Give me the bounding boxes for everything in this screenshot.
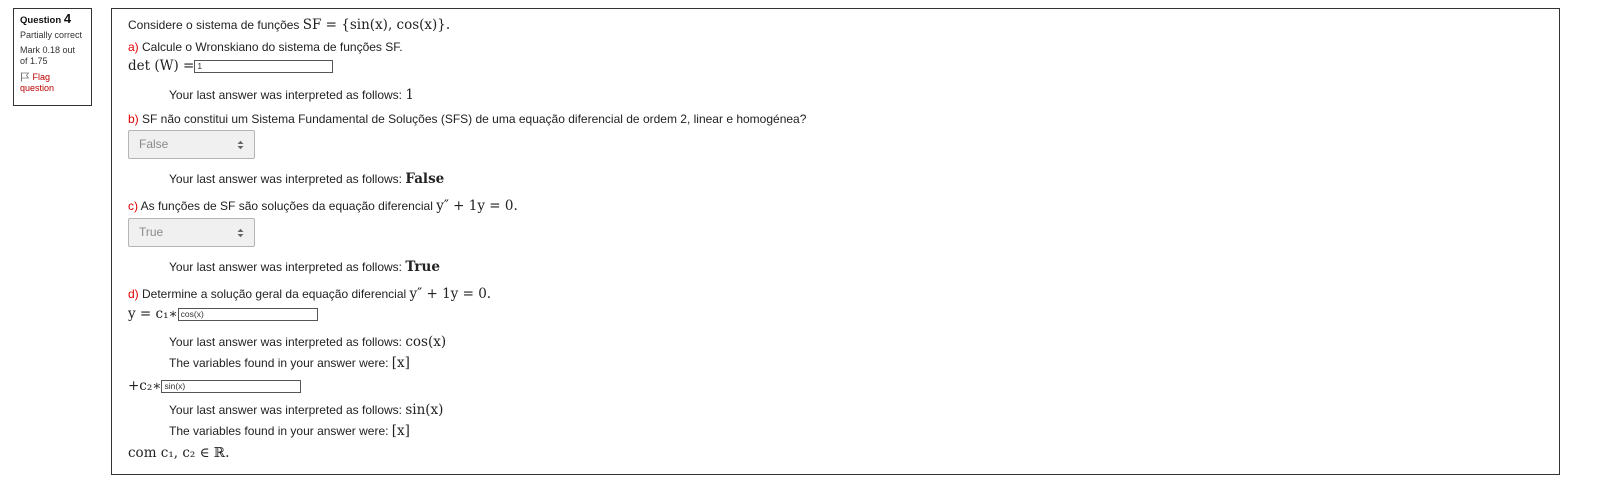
part-d-equation: y″ + 1y = 0. — [409, 286, 492, 302]
part-d-prompt: d) Determine a solução geral da equação … — [128, 286, 491, 302]
part-d-letter: d) — [128, 287, 139, 301]
part-d-feedback-1-math: cos(x) — [405, 334, 447, 350]
part-d-feedback-2-label: Your last answer was interpreted as foll… — [169, 403, 406, 417]
wronskian-input[interactable]: 1 — [194, 60, 334, 74]
part-a-feedback: Your last answer was interpreted as foll… — [169, 87, 414, 103]
part-c-text: As funções de SF são soluções da equação… — [138, 199, 437, 213]
part-c-select-value: True — [139, 225, 164, 239]
part-a-feedback-math: 1 — [405, 87, 414, 103]
intro-math: SF = {sin(x), cos(x)}. — [302, 17, 451, 33]
c1-label: y = c₁∗ — [128, 306, 178, 322]
part-d-feedback-2-math: sin(x) — [405, 402, 444, 418]
question-state: Partially correct — [20, 30, 83, 40]
part-c-prompt: c) As funções de SF são soluções da equa… — [128, 198, 518, 214]
part-b-letter: b) — [128, 112, 139, 126]
c2-function-input[interactable]: sin(x) — [161, 380, 302, 394]
intro-text: Considere o sistema de funções — [128, 18, 303, 32]
part-b-prompt: b) SF não constitui um Sistema Fundament… — [128, 112, 806, 126]
question-number-value: 4 — [63, 11, 72, 26]
part-c-feedback-math: True — [405, 259, 440, 275]
select-caret-icon — [237, 228, 244, 238]
part-b-feedback: Your last answer was interpreted as foll… — [169, 171, 444, 187]
part-c-letter: c) — [128, 199, 138, 213]
part-a-letter: a) — [128, 40, 139, 54]
part-c-feedback-label: Your last answer was interpreted as foll… — [169, 260, 406, 274]
part-c-equation: y″ + 1y = 0. — [436, 198, 518, 214]
constants-domain-text: com c₁, c₂ ∈ ℝ. — [128, 445, 230, 461]
part-a-prompt: a) Calcule o Wronskiano do sistema de fu… — [128, 40, 403, 54]
question-grade: Mark 0.18 out of 1.75 — [20, 45, 76, 66]
part-c-select[interactable]: True — [128, 218, 255, 247]
question-number: Question 4 — [20, 11, 85, 26]
part-a-answer-row: det (W) = 1 — [128, 58, 334, 74]
question-info-box: Question 4 Partially correct Mark 0.18 o… — [13, 8, 92, 106]
part-d-variables-2-math: [x] — [391, 423, 410, 439]
part-a-feedback-label: Your last answer was interpreted as foll… — [169, 88, 406, 102]
part-b-feedback-label: Your last answer was interpreted as foll… — [169, 172, 406, 186]
part-b-select-value: False — [139, 137, 169, 151]
part-b-select[interactable]: False — [128, 130, 255, 159]
flag-question-link[interactable]: Flag question — [20, 72, 85, 94]
part-d-variables-2-label: The variables found in your answer were: — [169, 424, 392, 438]
part-c-feedback: Your last answer was interpreted as foll… — [169, 259, 440, 275]
determinant-label: det (W) = — [128, 58, 195, 74]
part-d-answer-row-1: y = c₁∗ cos(x) — [128, 306, 318, 322]
part-d-variables-1-label: The variables found in your answer were: — [169, 356, 392, 370]
question-label: Question — [20, 15, 62, 26]
part-d-text: Determine a solução geral da equação dif… — [138, 287, 410, 301]
select-caret-icon — [237, 140, 244, 150]
part-b-text: SF não constitui um Sistema Fundamental … — [138, 112, 807, 126]
part-d-closing: com c₁, c₂ ∈ ℝ. — [128, 445, 229, 461]
question-intro: Considere o sistema de funções SF = {sin… — [128, 17, 450, 33]
part-d-feedback-1-label: Your last answer was interpreted as foll… — [169, 335, 406, 349]
part-a-text: Calcule o Wronskiano do sistema de funçõ… — [138, 40, 403, 54]
c2-label: +c₂∗ — [128, 378, 162, 394]
part-d-variables-1-math: [x] — [391, 355, 410, 371]
part-d-feedback-1: Your last answer was interpreted as foll… — [169, 334, 446, 350]
part-d-feedback-2: Your last answer was interpreted as foll… — [169, 402, 443, 418]
c1-function-input[interactable]: cos(x) — [177, 308, 318, 322]
part-d-variables-1: The variables found in your answer were:… — [169, 355, 410, 371]
question-content: Considere o sistema de funções SF = {sin… — [111, 8, 1560, 475]
part-d-variables-2: The variables found in your answer were:… — [169, 423, 410, 439]
flag-icon — [21, 72, 30, 82]
part-b-feedback-math: False — [405, 171, 445, 187]
part-d-answer-row-2: +c₂∗ sin(x) — [128, 378, 302, 394]
